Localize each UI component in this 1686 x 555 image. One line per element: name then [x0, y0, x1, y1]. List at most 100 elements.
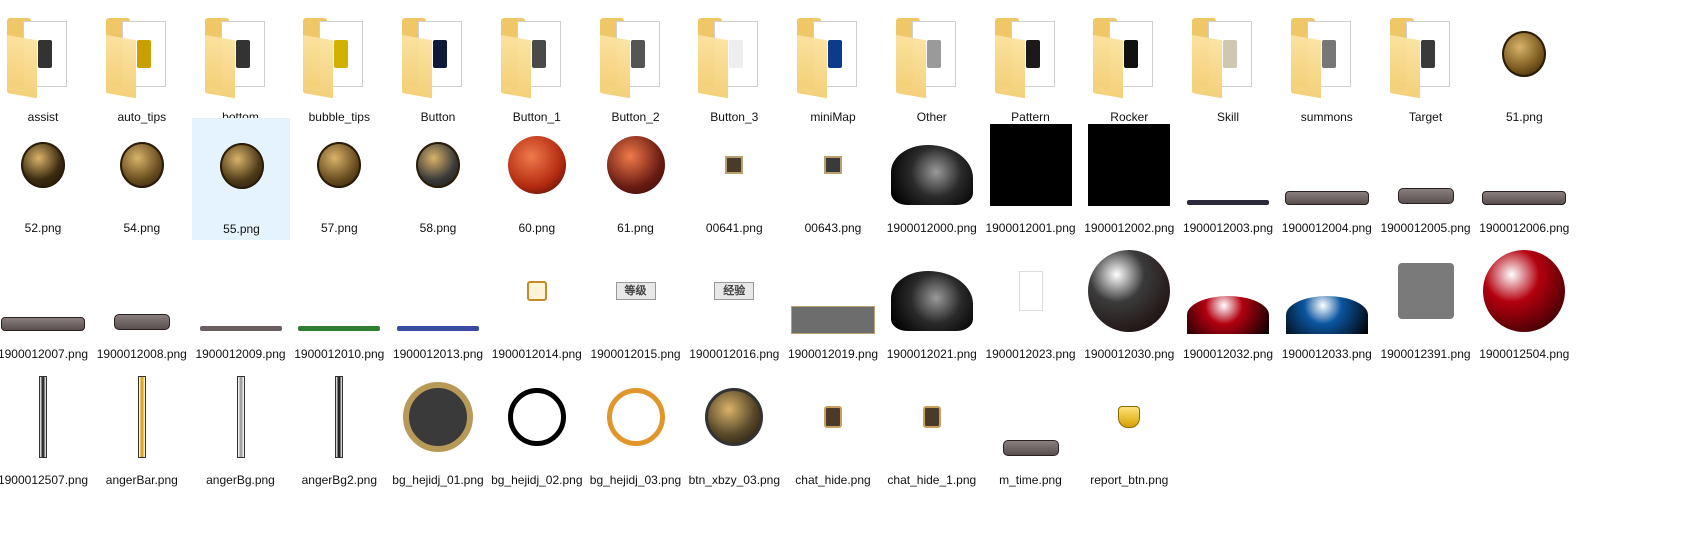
file-name-label: 1900012391.png — [1380, 347, 1471, 361]
file-item[interactable]: 1900012391.png — [1377, 244, 1475, 366]
textbadge-preview: 等级 — [615, 282, 656, 300]
file-item[interactable]: 1900012006.png — [1475, 118, 1573, 240]
file-item[interactable]: bg_hejidj_01.png — [389, 370, 487, 492]
file-name-label: chat_hide_1.png — [887, 473, 977, 487]
thumbnail: 等级 — [591, 246, 681, 336]
thumbnail — [788, 372, 878, 462]
file-item[interactable]: btn_xbzy_03.png — [685, 370, 783, 492]
textbadge-preview: 经验 — [714, 282, 755, 300]
preview-mark — [1025, 40, 1040, 68]
folder-item[interactable]: Button_3 — [685, 7, 783, 129]
file-item[interactable]: angerBg2.png — [290, 370, 388, 492]
thumbnail — [887, 246, 977, 336]
file-item[interactable]: 1900012009.png — [192, 244, 290, 366]
file-item[interactable]: 1900012014.png — [488, 244, 586, 366]
thumbnail — [887, 9, 977, 99]
folder-front — [1389, 35, 1420, 99]
file-name-label: 1900012007.png — [0, 347, 89, 361]
thumbnail — [1479, 246, 1569, 336]
folder-item[interactable]: assist — [0, 7, 92, 129]
file-item[interactable]: 51.png — [1475, 7, 1573, 129]
file-item[interactable]: 1900012007.png — [0, 244, 92, 366]
file-item[interactable]: angerBg.png — [192, 370, 290, 492]
file-item[interactable]: bg_hejidj_03.png — [587, 370, 685, 492]
file-item[interactable]: 1900012030.png — [1080, 244, 1178, 366]
file-item[interactable]: 54.png — [93, 118, 191, 240]
folder-item[interactable]: Button_2 — [587, 7, 685, 129]
smallbox-preview — [725, 156, 744, 174]
folder-item[interactable]: Pattern — [982, 7, 1080, 129]
file-item[interactable]: 1900012032.png — [1179, 244, 1277, 366]
file-item[interactable]: 00641.png — [685, 118, 783, 240]
preview-mark — [136, 40, 151, 68]
file-item[interactable]: 1900012013.png — [389, 244, 487, 366]
folder-item[interactable]: auto_tips — [93, 7, 191, 129]
file-name-label: 1900012014.png — [491, 347, 582, 361]
file-item[interactable]: angerBar.png — [93, 370, 191, 492]
file-item[interactable]: 1900012033.png — [1278, 244, 1376, 366]
vbar-preview — [236, 376, 245, 458]
file-item[interactable]: 1900012507.png — [0, 370, 92, 492]
thumbnail — [887, 372, 977, 462]
file-item[interactable]: 1900012019.png — [784, 244, 882, 366]
file-item[interactable]: chat_hide_1.png — [883, 370, 981, 492]
block-preview — [989, 124, 1072, 206]
folder-icon — [694, 17, 774, 99]
folder-item[interactable]: Target — [1377, 7, 1475, 129]
file-name-label: 1900012001.png — [985, 221, 1076, 235]
vbar-preview — [137, 376, 146, 458]
file-name-label: bg_hejidj_03.png — [589, 473, 682, 487]
folder-item[interactable]: Button — [389, 7, 487, 129]
file-item[interactable]: 1900012010.png — [290, 244, 388, 366]
file-item[interactable]: 1900012005.png — [1377, 118, 1475, 240]
file-item[interactable]: 1900012003.png — [1179, 118, 1277, 240]
file-item[interactable]: 1900012021.png — [883, 244, 981, 366]
file-item[interactable]: 1900012002.png — [1080, 118, 1178, 240]
folder-item[interactable]: Skill — [1179, 7, 1277, 129]
file-item[interactable]: 55.png — [191, 118, 290, 240]
preview-mark — [38, 40, 52, 68]
file-item[interactable]: 00643.png — [784, 118, 882, 240]
file-item[interactable]: report_btn.png — [1080, 370, 1178, 492]
preview-mark — [926, 40, 941, 68]
folder-item[interactable]: bottom — [192, 7, 290, 129]
file-name-label: 1900012030.png — [1084, 347, 1175, 361]
square-preview — [1397, 263, 1454, 319]
file-item[interactable]: 1900012001.png — [982, 118, 1080, 240]
thumbnail — [1381, 9, 1471, 99]
file-item[interactable]: m_time.png — [982, 370, 1080, 492]
file-name-label: 1900012009.png — [195, 347, 286, 361]
file-item[interactable]: 60.png — [488, 118, 586, 240]
folder-front — [500, 35, 531, 99]
folder-item[interactable]: Button_1 — [488, 7, 586, 129]
file-item[interactable]: 58.png — [389, 118, 487, 240]
thumbnail — [196, 372, 286, 462]
file-item[interactable]: 等级 1900012015.png — [587, 244, 685, 366]
ornament-preview — [1502, 31, 1547, 77]
folder-item[interactable]: summons — [1278, 7, 1376, 129]
thumbnail — [393, 120, 483, 210]
folder-item[interactable]: Rocker — [1080, 7, 1178, 129]
folder-icon — [102, 17, 182, 99]
thumbnail — [591, 372, 681, 462]
thumbnail — [294, 9, 384, 99]
thumbnail — [788, 120, 878, 210]
folder-item[interactable]: bubble_tips — [290, 7, 388, 129]
chatbtn-preview — [922, 406, 941, 428]
file-item[interactable]: 1900012000.png — [883, 118, 981, 240]
folder-item[interactable]: miniMap — [784, 7, 882, 129]
file-item[interactable]: 1900012504.png — [1475, 244, 1573, 366]
file-item[interactable]: 57.png — [290, 118, 388, 240]
file-item[interactable]: chat_hide.png — [784, 370, 882, 492]
file-item[interactable]: 1900012008.png — [93, 244, 191, 366]
folder-front — [1093, 35, 1124, 99]
file-item[interactable]: 61.png — [587, 118, 685, 240]
folder-item[interactable]: Other — [883, 7, 981, 129]
file-item[interactable]: 经验 1900012016.png — [685, 244, 783, 366]
file-item[interactable]: 1900012004.png — [1278, 118, 1376, 240]
file-name-label: 1900012033.png — [1281, 347, 1372, 361]
file-item[interactable]: bg_hejidj_02.png — [488, 370, 586, 492]
file-item[interactable]: 52.png — [0, 118, 92, 240]
file-item[interactable]: 1900012023.png — [982, 244, 1080, 366]
block-preview — [1088, 124, 1171, 206]
